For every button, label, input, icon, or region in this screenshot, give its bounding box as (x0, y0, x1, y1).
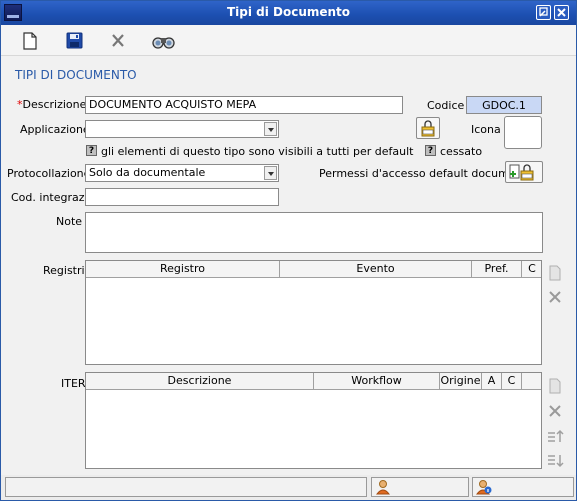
help-icon[interactable]: ? (86, 145, 97, 156)
iter-grid[interactable]: Descrizione Workflow Origine A C (85, 372, 542, 469)
registri-header: Registro Evento Pref. C (86, 261, 541, 278)
window-title: Tipi di Documento (226, 5, 351, 19)
section-title: TIPI DI DOCUMENTO (15, 68, 137, 82)
remove-row-icon[interactable] (546, 402, 564, 420)
column-header[interactable]: Evento (280, 261, 472, 278)
add-row-icon[interactable] (546, 377, 564, 395)
status-bar (1, 475, 576, 500)
cod-integraz-label: Cod. integraz. (11, 191, 89, 204)
acl-lock-button[interactable] (416, 117, 440, 139)
move-up-icon[interactable] (546, 427, 564, 445)
protocollazione-label: Protocollazione (7, 167, 91, 180)
permessi-label: Permessi d'accesso default documenti (319, 167, 530, 180)
save-icon[interactable] (63, 31, 85, 51)
status-user-info-cell (472, 477, 574, 497)
user-icon (375, 480, 391, 495)
cod-integraz-field[interactable] (85, 188, 279, 206)
remove-row-icon[interactable] (546, 288, 564, 306)
descrizione-label-wrap: *Descrizione (17, 98, 86, 111)
permessi-acl-button[interactable] (505, 161, 543, 183)
applicazione-label: Applicazione (20, 123, 90, 136)
visibili-label: gli elementi di questo tipo sono visibil… (101, 145, 414, 158)
registri-grid[interactable]: Registro Evento Pref. C (85, 260, 542, 365)
search-binoculars-icon[interactable] (151, 31, 175, 51)
column-header[interactable]: Pref. (472, 261, 522, 278)
note-label: Note (56, 215, 83, 228)
column-header[interactable]: C (502, 373, 522, 390)
column-header[interactable]: A (482, 373, 502, 390)
iter-header: Descrizione Workflow Origine A C (86, 373, 541, 390)
new-document-icon[interactable] (19, 31, 41, 51)
toolbar (1, 25, 576, 56)
applicazione-select[interactable] (85, 120, 279, 138)
codice-field[interactable]: GDOC.1 (466, 96, 542, 114)
registri-label: Registri (43, 264, 85, 277)
codice-label: Codice (427, 99, 465, 112)
status-user-cell (371, 477, 469, 497)
title-bar: Tipi di Documento (1, 1, 576, 25)
descrizione-field[interactable]: DOCUMENTO ACQUISTO MEPA (85, 96, 403, 114)
add-acl-icon (509, 164, 534, 181)
lock-acl-icon (421, 120, 435, 137)
icona-label: Icona (471, 123, 501, 136)
chevron-down-icon[interactable] (264, 122, 277, 136)
column-header[interactable]: Origine (440, 373, 482, 390)
user-info-icon (476, 480, 492, 495)
minimize-icon[interactable] (536, 5, 551, 20)
column-header[interactable]: Descrizione (86, 373, 314, 390)
column-header[interactable]: C (522, 261, 542, 278)
chevron-down-icon[interactable] (264, 166, 277, 180)
cessato-label: cessato (440, 145, 483, 158)
protocollazione-select[interactable]: Solo da documentale (85, 164, 279, 182)
delete-icon[interactable] (107, 31, 129, 51)
icona-picker[interactable] (504, 116, 542, 149)
protocollazione-value: Solo da documentale (89, 166, 206, 179)
column-header[interactable]: Registro (86, 261, 280, 278)
add-row-icon[interactable] (546, 264, 564, 282)
descrizione-label: Descrizione (22, 98, 87, 111)
note-textarea[interactable] (85, 212, 543, 253)
column-header[interactable]: Workflow (314, 373, 440, 390)
status-message (5, 477, 367, 497)
tipi-documento-window: Tipi di Documento TIPI DI DOCUMENTO *Des… (0, 0, 577, 501)
iter-label: ITER (61, 377, 86, 390)
move-down-icon[interactable] (546, 452, 564, 470)
close-icon[interactable] (554, 5, 569, 20)
help-icon[interactable]: ? (425, 145, 436, 156)
